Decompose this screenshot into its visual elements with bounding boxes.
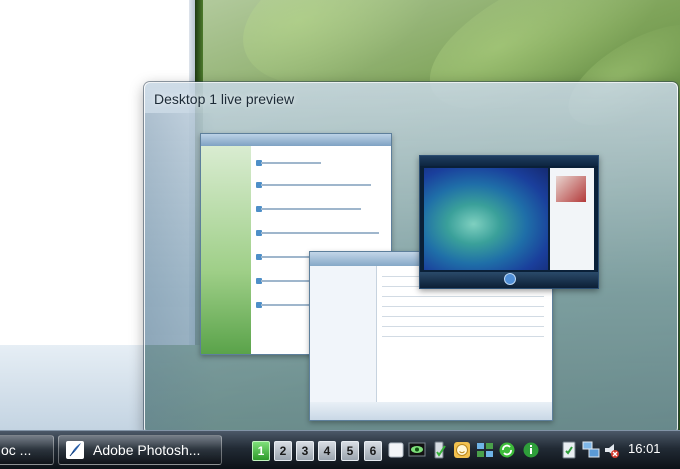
thumbnail-text-line	[261, 208, 361, 210]
thumbnail-media-player-window	[419, 155, 599, 289]
thumbnail-folder-tree	[310, 266, 377, 406]
taskbar-button-label: Adobe Photosh...	[93, 442, 201, 458]
desktop-switch-6[interactable]: 6	[364, 441, 382, 461]
volume-muted-icon[interactable]	[603, 440, 621, 460]
thumbnail-file-row	[382, 326, 544, 327]
white-window-icon[interactable]	[387, 440, 405, 460]
smiley-clock-icon[interactable]	[453, 440, 471, 460]
green-info-icon[interactable]	[522, 440, 540, 460]
network-computers-icon[interactable]	[582, 440, 600, 460]
desktop-lower-area	[0, 345, 145, 430]
desktop-switch-5[interactable]: 5	[341, 441, 359, 461]
desktop-switch-4[interactable]: 4	[318, 441, 336, 461]
desktop-live-preview[interactable]: Desktop 1 live preview	[144, 82, 678, 434]
thumbnail-titlebar	[420, 156, 598, 166]
thumbnail-text-line	[261, 162, 321, 164]
taskbar-button-label: oc ...	[1, 442, 32, 458]
desktop-switch-1[interactable]: 1	[252, 441, 270, 461]
taskbar-clock[interactable]: 16:01	[628, 441, 678, 456]
thumbnail-file-row	[382, 296, 544, 297]
thumbnail-text-line	[261, 184, 371, 186]
taskbar-button-photoshop[interactable]: Adobe Photosh...	[58, 435, 222, 465]
photoshop-feather-icon	[66, 441, 84, 459]
thumbnail-visualization	[424, 168, 548, 270]
thumbnail-text-line	[261, 232, 379, 234]
green-sync-icon[interactable]	[498, 440, 516, 460]
thumbnail-file-row	[382, 316, 544, 317]
eye-monitor-icon[interactable]	[408, 440, 426, 460]
taskbar-button-document[interactable]: oc ...	[0, 435, 54, 465]
battery-check-icon[interactable]	[430, 440, 448, 460]
thumbnail-file-row	[382, 306, 544, 307]
thumbnail-titlebar	[201, 134, 391, 146]
desktop-switch-2[interactable]: 2	[274, 441, 292, 461]
thumbnail-details-pane	[310, 402, 552, 420]
thumbnail-sidebar	[201, 146, 251, 354]
desktop-switch-3[interactable]: 3	[296, 441, 314, 461]
thumbnail-play-icon	[504, 273, 516, 285]
taskbar: oc ... Adobe Photosh... 1 2 3 4 5 6 16:0…	[0, 430, 680, 469]
network-grid-icon[interactable]	[476, 440, 494, 460]
preview-title: Desktop 1 live preview	[154, 91, 295, 107]
thumbnail-file-row	[382, 336, 544, 337]
shield-check-icon[interactable]	[560, 440, 578, 460]
thumbnail-album-art	[556, 176, 586, 202]
